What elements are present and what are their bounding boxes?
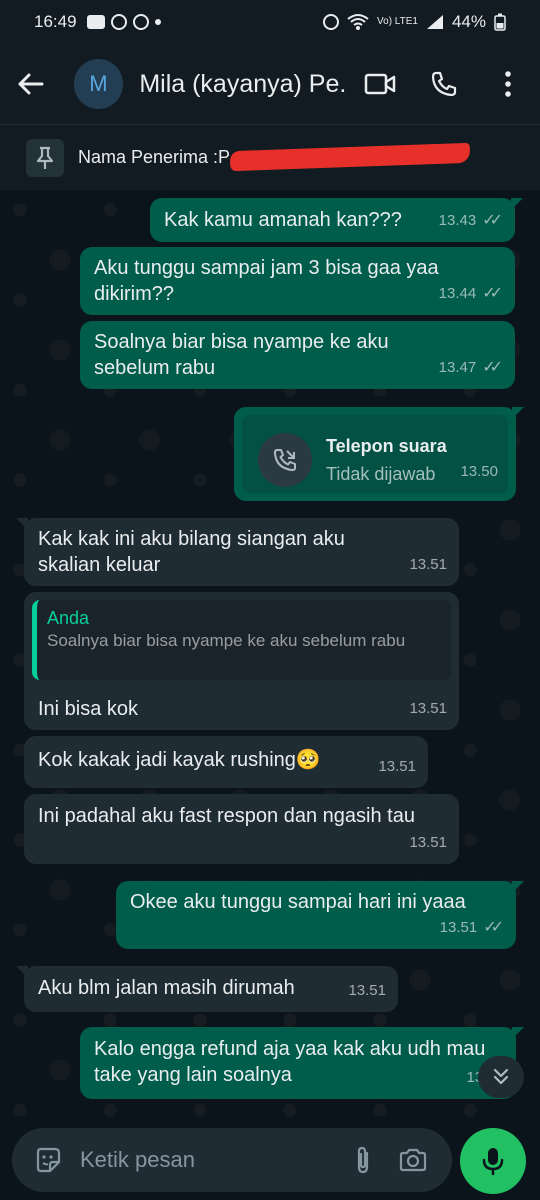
signal-icon bbox=[426, 15, 443, 29]
scroll-to-bottom-button[interactable] bbox=[478, 1056, 524, 1098]
battery-icon bbox=[494, 13, 506, 31]
redaction-mark bbox=[229, 142, 471, 172]
message-bubble-incoming[interactable]: Kok kakak jadi kayak rushing🥺 13.51 bbox=[24, 736, 428, 788]
message-text: Aku tunggu sampai jam 3 bisa gaa yaa dik… bbox=[94, 257, 439, 305]
message-text: Kak kak ini aku bilang siangan aku skali… bbox=[38, 528, 345, 576]
video-notification-icon bbox=[86, 15, 105, 29]
volte-label: Vo) LTE1 bbox=[377, 16, 418, 27]
message-text: Soalnya biar bisa nyampe ke aku sebelum … bbox=[94, 331, 389, 379]
quoted-sender: Anda bbox=[47, 608, 90, 628]
message-time: 13.47 bbox=[438, 359, 477, 376]
message-bubble-incoming[interactable]: Kak kak ini aku bilang siangan aku skali… bbox=[16, 518, 459, 586]
pinned-message-bar[interactable]: Nama Penerima :P bbox=[0, 124, 540, 190]
chat-screen: 16:49 Vo) LTE1 44% M Mila (kayanya) Pe..… bbox=[0, 0, 540, 1200]
message-input[interactable]: Ketik pesan bbox=[12, 1128, 452, 1192]
call-title: Telepon suara bbox=[326, 436, 447, 456]
message-time: 13.51 bbox=[409, 700, 447, 717]
contact-name[interactable]: Mila (kayanya) Pe... bbox=[139, 70, 348, 99]
message-bubble-outgoing[interactable]: Aku tunggu sampai jam 3 bisa gaa yaa dik… bbox=[80, 247, 515, 315]
pinned-message-text: Nama Penerima :P bbox=[78, 147, 231, 167]
message-time: 13.51 bbox=[409, 834, 447, 851]
camera-icon[interactable] bbox=[398, 1147, 428, 1173]
more-vertical-icon bbox=[505, 71, 511, 97]
wifi-icon bbox=[347, 14, 369, 30]
pin-icon-box bbox=[26, 138, 64, 177]
message-time: 13.51 bbox=[439, 919, 478, 936]
message-text: Okee aku tunggu sampai hari ini yaaa bbox=[130, 891, 466, 913]
phone-icon bbox=[431, 71, 457, 97]
message-bubble-incoming[interactable]: Ini padahal aku fast respon dan ngasih t… bbox=[24, 794, 459, 864]
message-time: 13.51 bbox=[378, 758, 416, 775]
message-time: 13.50 bbox=[460, 463, 498, 480]
status-bar: 16:49 Vo) LTE1 44% bbox=[0, 0, 540, 44]
contact-avatar[interactable]: M bbox=[73, 59, 124, 109]
sticker-emoji-icon bbox=[36, 1147, 61, 1173]
call-status: Tidak dijawab bbox=[326, 464, 436, 484]
pin-icon bbox=[36, 146, 54, 169]
more-notifications-icon bbox=[154, 19, 161, 25]
message-bubble-outgoing[interactable]: Okee aku tunggu sampai hari ini yaaa 13.… bbox=[116, 881, 524, 949]
message-bubble-incoming[interactable]: Aku blm jalan masih dirumah 13.51 bbox=[16, 966, 398, 1012]
video-camera-icon bbox=[364, 73, 396, 95]
status-time: 16:49 bbox=[34, 12, 77, 31]
message-list[interactable]: Kak kamu amanah kan??? 13.43 ✓✓ Aku tungg… bbox=[0, 190, 540, 1120]
voice-message-button[interactable] bbox=[460, 1128, 526, 1194]
call-message-bubble[interactable]: Telepon suara Tidak dijawab 13.50 bbox=[234, 407, 524, 501]
composer-bar: Ketik pesan bbox=[0, 1120, 540, 1200]
whatsapp-notification-icon bbox=[110, 14, 127, 30]
message-time: 13.44 bbox=[438, 285, 477, 302]
message-text: Ini padahal aku fast respon dan ngasih t… bbox=[38, 805, 415, 827]
double-check-icon: ✓✓ bbox=[483, 919, 504, 936]
voice-call-button[interactable] bbox=[412, 52, 476, 116]
more-options-button[interactable] bbox=[476, 52, 540, 116]
message-time: 13.51 bbox=[348, 982, 386, 999]
video-call-button[interactable] bbox=[348, 52, 412, 116]
message-placeholder: Ketik pesan bbox=[80, 1147, 195, 1172]
message-text: Ini bisa kok bbox=[38, 698, 139, 720]
message-bubble-incoming-reply[interactable]: Anda Soalnya biar bisa nyampe ke aku seb… bbox=[24, 592, 459, 730]
line-notification-icon bbox=[132, 14, 149, 30]
message-time: 13.43 bbox=[438, 212, 477, 229]
emoji-button[interactable] bbox=[18, 1146, 78, 1174]
message-text: Kok kakak jadi kayak rushing🥺 bbox=[38, 749, 321, 771]
message-time: 13.51 bbox=[409, 556, 447, 573]
quoted-text: Soalnya biar bisa nyampe ke aku sebelum … bbox=[47, 631, 406, 650]
double-check-icon: ✓✓ bbox=[482, 285, 503, 302]
double-chevron-down-icon bbox=[493, 1068, 509, 1085]
message-bubble-outgoing[interactable]: Kak kamu amanah kan??? 13.43 ✓✓ bbox=[150, 198, 523, 242]
call-card[interactable]: Telepon suara Tidak dijawab 13.50 bbox=[242, 415, 508, 493]
double-check-icon: ✓✓ bbox=[482, 359, 503, 376]
double-check-icon: ✓✓ bbox=[482, 212, 503, 229]
message-text: Kalo engga refund aja yaa kak aku udh ma… bbox=[94, 1038, 486, 1086]
message-bubble-outgoing[interactable]: Soalnya biar bisa nyampe ke aku sebelum … bbox=[80, 321, 515, 389]
battery-percent: 44% bbox=[451, 12, 486, 31]
missed-call-icon bbox=[274, 449, 296, 471]
chat-header: M Mila (kayanya) Pe... bbox=[0, 44, 540, 124]
microphone-icon bbox=[482, 1148, 504, 1176]
message-text: Aku blm jalan masih dirumah bbox=[38, 977, 295, 999]
quoted-message[interactable]: Anda Soalnya biar bisa nyampe ke aku seb… bbox=[32, 600, 451, 680]
message-bubble-outgoing[interactable]: Kalo engga refund aja yaa kak aku udh ma… bbox=[80, 1027, 524, 1099]
back-button[interactable] bbox=[0, 44, 60, 124]
alarm-icon bbox=[323, 14, 340, 30]
arrow-left-icon bbox=[18, 73, 44, 95]
attach-icon[interactable] bbox=[354, 1145, 372, 1175]
call-icon-circle bbox=[258, 433, 312, 487]
